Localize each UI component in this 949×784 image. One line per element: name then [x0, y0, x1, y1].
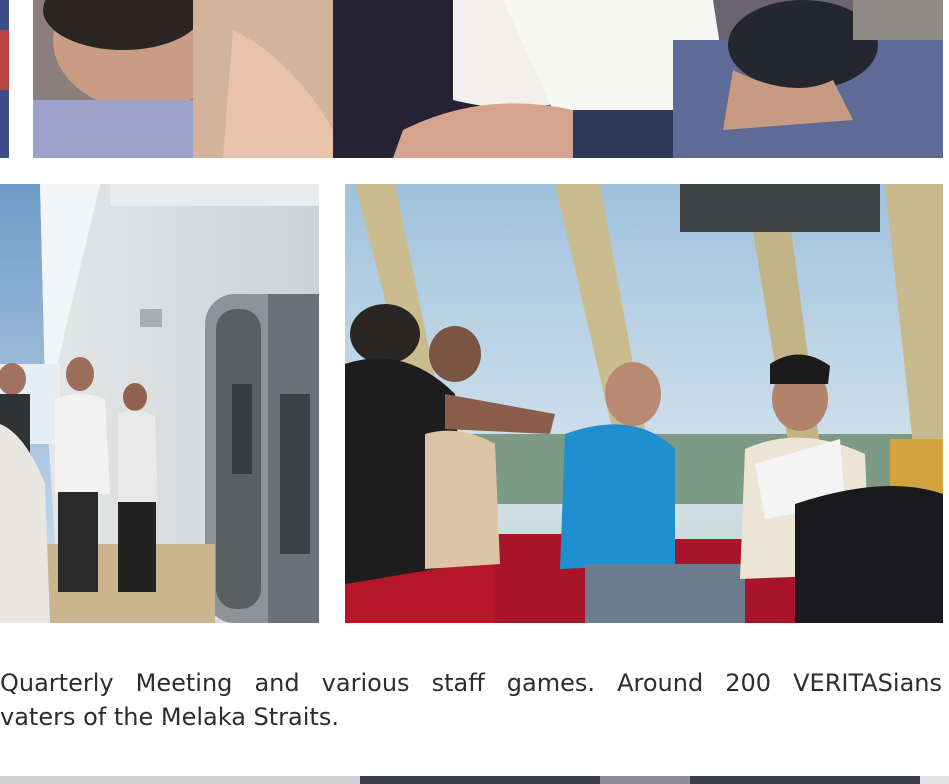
- photo-bottom-strip: [0, 776, 949, 784]
- photo-crowd-seated: [33, 0, 943, 158]
- photo-fragment-left: [0, 0, 9, 158]
- photo-ship-lounge: [345, 184, 943, 623]
- caption-line-1: Quarterly Meeting and various staff game…: [0, 669, 942, 697]
- photo-ship-deck: [0, 184, 319, 623]
- caption-paragraph: Quarterly Meeting and various staff game…: [0, 666, 942, 734]
- caption-line-2: vaters of the Melaka Straits.: [0, 703, 339, 731]
